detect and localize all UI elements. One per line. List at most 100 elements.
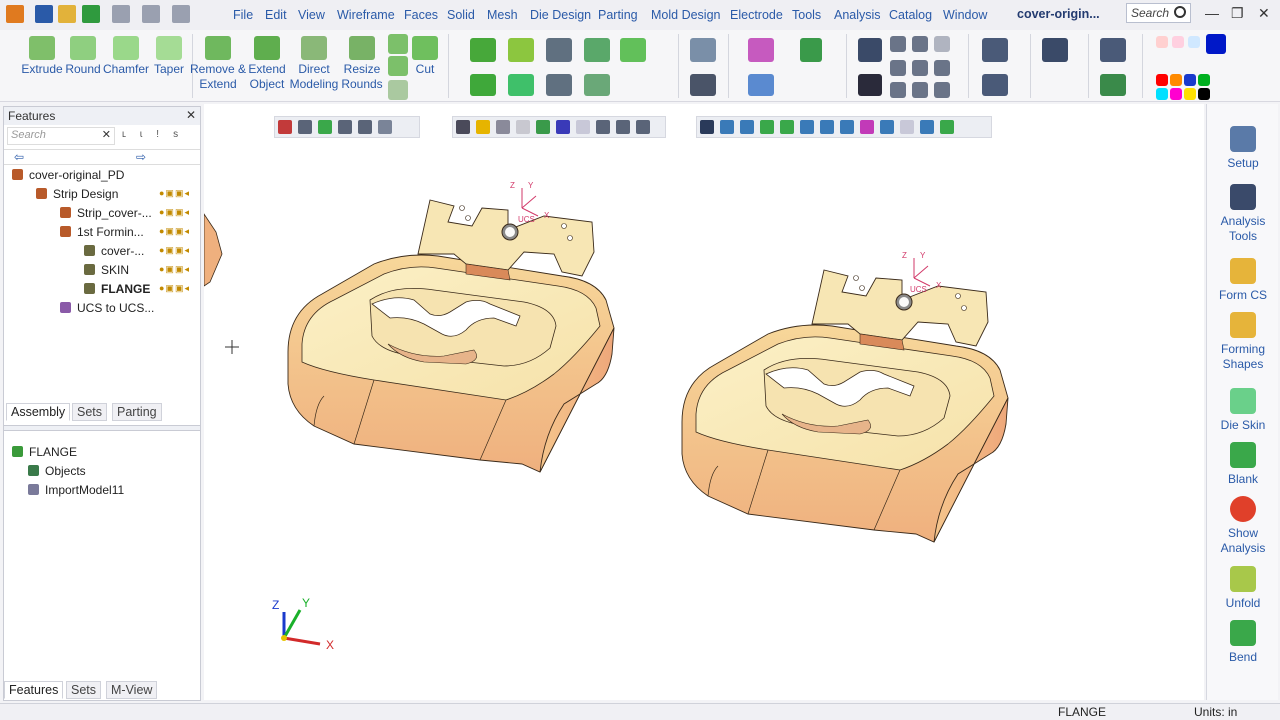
tree-item[interactable]: UCS to UCS... [60, 301, 154, 315]
color-swatch-icon[interactable] [1156, 74, 1168, 86]
setup-button[interactable]: Setup [1207, 126, 1279, 171]
unfold-button[interactable]: Unfold [1207, 566, 1279, 611]
menu-solid[interactable]: Solid [447, 8, 475, 22]
tab-sets-lower[interactable]: Sets [66, 681, 102, 699]
form-cs-button[interactable]: Form CS [1207, 258, 1279, 303]
zoom-fit-icon[interactable] [1100, 74, 1126, 96]
color-swatch-icon[interactable] [1170, 74, 1182, 86]
measure-icon[interactable] [1042, 38, 1068, 62]
print-icon[interactable] [112, 5, 130, 23]
menu-analysis[interactable]: Analysis [834, 8, 881, 22]
minimize-icon[interactable]: — [1205, 5, 1219, 21]
visibility-flags-icon[interactable]: ●▣▣◂ [159, 226, 190, 237]
ucs-icon[interactable] [800, 38, 822, 62]
lower-tree-item[interactable]: Objects [28, 464, 86, 478]
close-icon[interactable]: ✕ [1258, 5, 1270, 22]
search-tool-icon[interactable]: ! [156, 129, 173, 140]
thicken-icon[interactable] [508, 38, 534, 62]
replace-icon[interactable] [982, 38, 1008, 62]
part-model-2[interactable] [681, 269, 1009, 543]
view-layout-icon[interactable] [142, 5, 160, 23]
draft-icon[interactable] [508, 74, 534, 96]
analysis-tools-button[interactable]: Analysis Tools [1207, 184, 1279, 244]
plane-icon[interactable] [748, 38, 774, 62]
sew-icon[interactable] [584, 74, 610, 96]
menu-catalog[interactable]: Catalog [889, 8, 932, 22]
restore-icon[interactable]: ❐ [1231, 5, 1244, 22]
menu-mesh[interactable]: Mesh [487, 8, 518, 22]
menu-view[interactable]: View [298, 8, 325, 22]
rib-icon[interactable] [470, 74, 496, 96]
blank-button[interactable]: Blank [1207, 442, 1279, 487]
pattern-icon[interactable] [620, 38, 646, 62]
note-icon[interactable] [890, 82, 906, 98]
search-input[interactable]: Search [1126, 3, 1191, 23]
taper-button[interactable]: Taper [150, 30, 188, 77]
search-icon[interactable] [1174, 6, 1186, 18]
menu-die-design[interactable]: Die Design [530, 8, 591, 22]
trim-icon[interactable] [546, 74, 572, 96]
open-folder-icon[interactable] [58, 5, 76, 23]
visibility-flags-icon[interactable]: ●▣▣◂ [159, 188, 190, 199]
split-icon[interactable] [546, 38, 572, 62]
feature-search-input[interactable]: Search ✕ [7, 127, 115, 145]
color-swatch-icon[interactable] [1184, 74, 1196, 86]
back-arrow-icon[interactable]: ⇦ [14, 150, 24, 164]
tolerance-icon[interactable] [912, 36, 928, 52]
current-color-icon[interactable] [1206, 34, 1226, 54]
table-icon[interactable] [934, 82, 950, 98]
menu-tools[interactable]: Tools [792, 8, 821, 22]
menu-faces[interactable]: Faces [404, 8, 438, 22]
cut-button[interactable]: Cut [410, 30, 440, 77]
resize-rounds-button[interactable]: Resize Rounds [340, 30, 384, 92]
visibility-flags-icon[interactable]: ●▣▣◂ [159, 264, 190, 275]
extend-object-button[interactable]: Extend Object [244, 30, 290, 92]
color-swatch-icon[interactable] [1188, 36, 1200, 48]
chamfer-button[interactable]: Chamfer [100, 30, 152, 77]
color-swatch-icon[interactable] [1184, 88, 1196, 100]
tree-item[interactable]: SKIN [84, 263, 129, 277]
text-icon[interactable] [858, 74, 882, 96]
direct-modeling-button[interactable]: Direct Modeling [288, 30, 340, 92]
graphics-viewport[interactable]: Z Y X UCS Z Y X UCS Z Y X [204, 104, 1204, 700]
search-tool-icon[interactable]: ʟ [122, 129, 140, 140]
tab-features[interactable]: Features [4, 681, 64, 699]
menu-file[interactable]: File [233, 8, 253, 22]
curve-icon[interactable] [690, 74, 716, 96]
lower-tree-item[interactable]: FLANGE [12, 445, 77, 459]
regenerate-icon[interactable] [982, 74, 1008, 96]
menu-edit[interactable]: Edit [265, 8, 287, 22]
axis-icon[interactable] [748, 74, 774, 96]
weld-icon[interactable] [934, 60, 950, 76]
tree-item[interactable]: Strip Design [36, 187, 118, 201]
extrude-button[interactable]: Extrude [20, 30, 64, 77]
boolean-add-icon[interactable] [388, 34, 408, 54]
leader-icon[interactable] [890, 60, 906, 76]
search-tool-icon[interactable]: s [173, 129, 192, 140]
color-swatch-icon[interactable] [1170, 88, 1182, 100]
menu-electrode[interactable]: Electrode [730, 8, 783, 22]
forward-arrow-icon[interactable]: ⇨ [136, 150, 146, 164]
menu-mold-design[interactable]: Mold Design [651, 8, 720, 22]
tree-item[interactable]: Strip_cover-... [60, 206, 152, 220]
zoom-icon[interactable] [1100, 38, 1126, 62]
datum-icon[interactable] [890, 36, 906, 52]
save-icon[interactable] [35, 5, 53, 23]
menu-parting[interactable]: Parting [598, 8, 638, 22]
search-tool-icon[interactable]: ɩ [140, 129, 156, 140]
boolean-remove-icon[interactable] [388, 56, 408, 76]
sketch-icon[interactable] [690, 38, 716, 62]
close-panel-icon[interactable]: ✕ [186, 108, 196, 122]
tree-item[interactable]: 1st Formin... [60, 225, 144, 239]
window-list-icon[interactable] [172, 5, 190, 23]
symbol-icon[interactable] [934, 36, 950, 52]
tree-item[interactable]: cover-original_PD [12, 168, 124, 182]
tab-sets[interactable]: Sets [72, 403, 108, 421]
visibility-flags-icon[interactable]: ●▣▣◂ [159, 283, 190, 294]
show-analysis-button[interactable]: Show Analysis [1207, 496, 1279, 556]
model-canvas[interactable]: Z Y X UCS Z Y X UCS Z Y X [204, 104, 1204, 700]
color-swatch-icon[interactable] [1172, 36, 1184, 48]
part-model-1[interactable] [287, 199, 615, 473]
panel-splitter[interactable] [4, 425, 200, 431]
lower-tree-item[interactable]: ImportModel11 [28, 483, 124, 497]
